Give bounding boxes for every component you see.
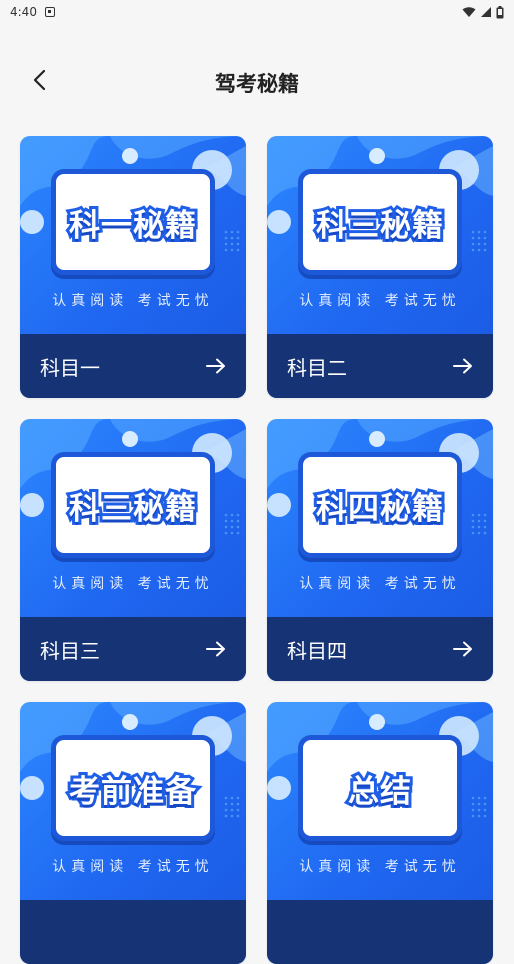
card-tagline: 认真阅读 考试无忧 xyxy=(299,576,461,592)
arrow-right-icon xyxy=(206,358,226,374)
card-art: 科四秘籍 认真阅读 考试无忧 xyxy=(267,419,493,617)
status-left: 4:40 xyxy=(10,5,55,19)
card-board: 总结 xyxy=(303,740,457,836)
card-board-title: 考前准备 xyxy=(66,771,199,813)
card-footer: 科目一 xyxy=(20,334,246,398)
card-art: 科三秘籍 认真阅读 考试无忧 xyxy=(267,136,493,334)
card-label: 科目二 xyxy=(287,355,347,380)
card-art: 科一秘籍 认真阅读 考试无忧 xyxy=(20,136,246,334)
card-board: 科四秘籍 xyxy=(303,457,457,553)
card-footer xyxy=(267,900,493,964)
card-board-title: 科一秘籍 xyxy=(66,205,199,247)
status-right xyxy=(462,5,504,19)
card-exam-prep[interactable]: 考前准备 认真阅读 考试无忧 xyxy=(20,702,246,964)
card-subject-3[interactable]: 科三秘籍 认真阅读 考试无忧 科目三 xyxy=(20,419,246,681)
card-board-title: 科四秘籍 xyxy=(313,488,446,530)
card-subject-2[interactable]: 科三秘籍 认真阅读 考试无忧 科目二 xyxy=(267,136,493,398)
arrow-right-icon xyxy=(453,641,473,657)
card-subject-4[interactable]: 科四秘籍 认真阅读 考试无忧 科目四 xyxy=(267,419,493,681)
card-footer: 科目三 xyxy=(20,617,246,681)
card-label: 科目一 xyxy=(40,355,100,380)
card-board-title: 科三秘籍 xyxy=(66,488,199,530)
card-tagline: 认真阅读 考试无忧 xyxy=(299,293,461,309)
card-label: 科目三 xyxy=(40,638,100,663)
card-footer: 科目二 xyxy=(267,334,493,398)
card-board: 科一秘籍 xyxy=(56,174,210,270)
card-label: 科目四 xyxy=(287,638,347,663)
notification-icon xyxy=(44,7,55,17)
wifi-icon xyxy=(462,7,476,17)
card-art: 科三秘籍 认真阅读 考试无忧 xyxy=(20,419,246,617)
card-tagline: 认真阅读 考试无忧 xyxy=(52,576,214,592)
card-tagline: 认真阅读 考试无忧 xyxy=(299,859,461,875)
signal-icon xyxy=(481,7,491,17)
status-bar: 4:40 xyxy=(0,0,514,24)
card-footer xyxy=(20,900,246,964)
arrow-right-icon xyxy=(453,358,473,374)
card-tagline: 认真阅读 考试无忧 xyxy=(52,859,214,875)
card-footer: 科目四 xyxy=(267,617,493,681)
page-title: 驾考秘籍 xyxy=(215,72,299,96)
card-board: 考前准备 xyxy=(56,740,210,836)
card-board: 科三秘籍 xyxy=(303,174,457,270)
card-art: 考前准备 认真阅读 考试无忧 xyxy=(20,702,246,900)
card-tagline: 认真阅读 考试无忧 xyxy=(52,293,214,309)
arrow-right-icon xyxy=(206,641,226,657)
card-board-title: 总结 xyxy=(345,771,414,813)
header: 驾考秘籍 xyxy=(0,52,514,112)
card-board: 科三秘籍 xyxy=(56,457,210,553)
card-summary[interactable]: 总结 认真阅读 考试无忧 xyxy=(267,702,493,964)
card-art: 总结 认真阅读 考试无忧 xyxy=(267,702,493,900)
status-time: 4:40 xyxy=(10,5,37,19)
card-board-title: 科三秘籍 xyxy=(313,205,446,247)
battery-icon xyxy=(496,5,504,18)
card-subject-1[interactable]: 科一秘籍 认真阅读 考试无忧 科目一 xyxy=(20,136,246,398)
